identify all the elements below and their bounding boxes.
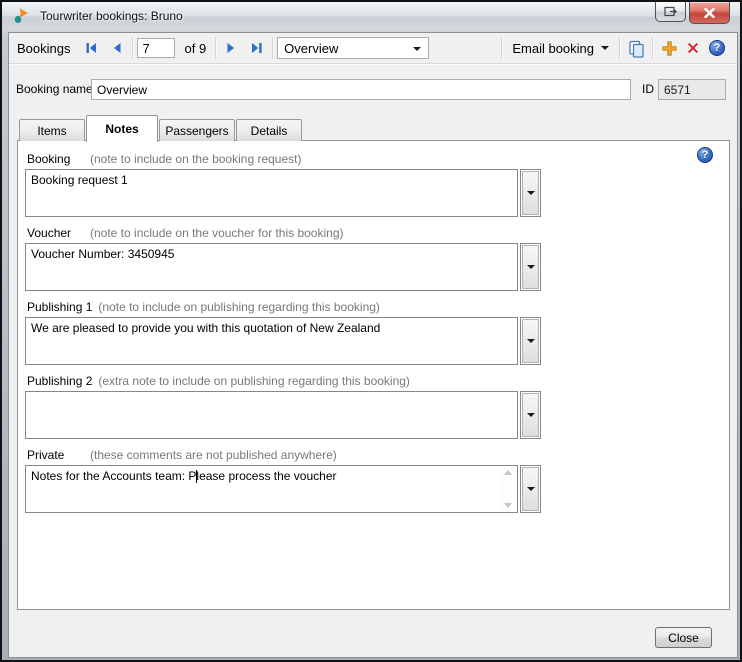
notes-panel: ? Booking (note to include on the bookin… bbox=[17, 140, 730, 610]
next-record-icon bbox=[223, 40, 239, 56]
booking-name-label: Booking name bbox=[16, 82, 93, 96]
chevron-down-icon bbox=[527, 413, 535, 417]
chevron-down-icon bbox=[601, 46, 609, 50]
booking-id-field: 6571 bbox=[658, 79, 726, 100]
section-hint: (extra note to include on publishing reg… bbox=[98, 374, 410, 388]
chevron-down-icon bbox=[527, 191, 535, 195]
toolbar-separator bbox=[501, 37, 502, 59]
section-label: Publishing 1 bbox=[27, 300, 92, 314]
first-record-button[interactable] bbox=[80, 37, 102, 59]
tab-notes[interactable]: Notes bbox=[86, 115, 158, 142]
view-selector-value: Overview bbox=[284, 41, 338, 56]
section-hint: (note to include on the booking request) bbox=[90, 152, 301, 166]
toolbar-help-button[interactable]: ? bbox=[705, 36, 729, 60]
window-title: Tourwriter bookings: Bruno bbox=[40, 9, 183, 23]
record-number-input[interactable] bbox=[137, 38, 175, 58]
section-hint: (these comments are not published anywhe… bbox=[90, 448, 337, 462]
section-label: Booking bbox=[27, 152, 84, 166]
popout-icon bbox=[664, 6, 678, 17]
delete-booking-button[interactable] bbox=[681, 36, 705, 60]
toolbar-separator bbox=[652, 37, 653, 59]
publishing1-note-textarea[interactable]: We are pleased to provide you with this … bbox=[25, 317, 518, 365]
chevron-down-icon bbox=[527, 339, 535, 343]
publishing1-note-dropdown-button[interactable] bbox=[520, 317, 541, 365]
toolbar-separator bbox=[619, 37, 620, 59]
scroll-up-icon bbox=[504, 470, 512, 475]
first-record-icon bbox=[83, 40, 99, 56]
booking-id-label: ID bbox=[642, 82, 654, 96]
section-label: Private bbox=[27, 448, 84, 462]
voucher-note-textarea[interactable]: Voucher Number: 3450945 bbox=[25, 243, 518, 291]
tab-passengers[interactable]: Passengers bbox=[159, 119, 235, 141]
last-record-button[interactable] bbox=[246, 37, 268, 59]
tourwriter-logo-icon bbox=[12, 7, 32, 25]
private-note-textarea[interactable]: Notes for the Accounts team: Please proc… bbox=[25, 465, 518, 513]
booking-note-dropdown-button[interactable] bbox=[520, 169, 541, 217]
note-text: Voucher Number: 3450945 bbox=[31, 247, 174, 261]
section-label: Voucher bbox=[27, 226, 84, 240]
note-text: Notes for the Accounts team: Please proc… bbox=[31, 469, 337, 483]
bookings-label: Bookings bbox=[17, 41, 70, 56]
tab-label: Items bbox=[37, 124, 66, 138]
tab-items[interactable]: Items bbox=[19, 119, 85, 141]
view-selector-dropdown[interactable]: Overview bbox=[277, 37, 429, 59]
note-text: We are pleased to provide you with this … bbox=[31, 321, 380, 335]
next-record-button[interactable] bbox=[220, 37, 242, 59]
note-section-publishing-1: Publishing 1 (note to include on publish… bbox=[25, 300, 542, 365]
tab-details[interactable]: Details bbox=[236, 119, 302, 141]
copy-icon bbox=[627, 39, 646, 58]
section-label: Publishing 2 bbox=[27, 374, 92, 388]
record-count-label: of 9 bbox=[184, 41, 206, 56]
client-area: Bookings of 9 bbox=[8, 32, 738, 658]
chevron-down-icon bbox=[413, 47, 421, 51]
voucher-note-dropdown-button[interactable] bbox=[520, 243, 541, 291]
note-section-publishing-2: Publishing 2 (extra note to include on p… bbox=[25, 374, 542, 439]
booking-note-textarea[interactable]: Booking request 1 bbox=[25, 169, 518, 217]
help-icon: ? bbox=[709, 40, 725, 56]
toolbar-separator bbox=[132, 37, 133, 59]
app-window: Tourwriter bookings: Bruno Bookings bbox=[0, 0, 742, 662]
window-close-button[interactable] bbox=[689, 2, 730, 24]
tab-strip: Items Notes Passengers Details bbox=[19, 114, 303, 141]
email-booking-label: Email booking bbox=[512, 41, 594, 56]
previous-record-icon bbox=[109, 40, 125, 56]
note-section-voucher: Voucher (note to include on the voucher … bbox=[25, 226, 542, 291]
close-icon bbox=[704, 8, 715, 18]
note-text: Booking request 1 bbox=[31, 173, 128, 187]
delete-x-icon bbox=[685, 40, 701, 56]
textarea-scrollbar[interactable] bbox=[499, 466, 517, 512]
help-icon: ? bbox=[697, 147, 713, 163]
booking-name-input[interactable] bbox=[91, 79, 631, 100]
close-button[interactable]: Close bbox=[655, 627, 712, 648]
tab-label: Notes bbox=[105, 122, 138, 136]
plus-icon bbox=[661, 40, 678, 57]
publishing2-note-dropdown-button[interactable] bbox=[520, 391, 541, 439]
toolbar: Bookings of 9 bbox=[9, 33, 737, 64]
email-booking-dropdown[interactable]: Email booking bbox=[506, 36, 615, 60]
section-hint: (note to include on publishing regarding… bbox=[98, 300, 380, 314]
toolbar-separator bbox=[272, 37, 273, 59]
last-record-icon bbox=[249, 40, 265, 56]
text-caret bbox=[196, 470, 197, 483]
note-section-booking: Booking (note to include on the booking … bbox=[25, 152, 542, 217]
toolbar-separator bbox=[215, 37, 216, 59]
scroll-down-icon bbox=[504, 503, 512, 508]
section-hint: (note to include on the voucher for this… bbox=[90, 226, 344, 240]
add-booking-button[interactable] bbox=[657, 36, 681, 60]
title-bar[interactable]: Tourwriter bookings: Bruno bbox=[2, 2, 740, 30]
publishing2-note-textarea[interactable] bbox=[25, 391, 518, 439]
previous-record-button[interactable] bbox=[106, 37, 128, 59]
popout-button[interactable] bbox=[655, 2, 686, 22]
chevron-down-icon bbox=[527, 487, 535, 491]
copy-booking-button[interactable] bbox=[624, 36, 648, 60]
tab-label: Details bbox=[251, 124, 288, 138]
private-note-dropdown-button[interactable] bbox=[520, 465, 541, 513]
panel-help-button[interactable]: ? bbox=[697, 147, 713, 163]
chevron-down-icon bbox=[527, 265, 535, 269]
tab-label: Passengers bbox=[165, 124, 228, 138]
note-section-private: Private (these comments are not publishe… bbox=[25, 448, 542, 513]
